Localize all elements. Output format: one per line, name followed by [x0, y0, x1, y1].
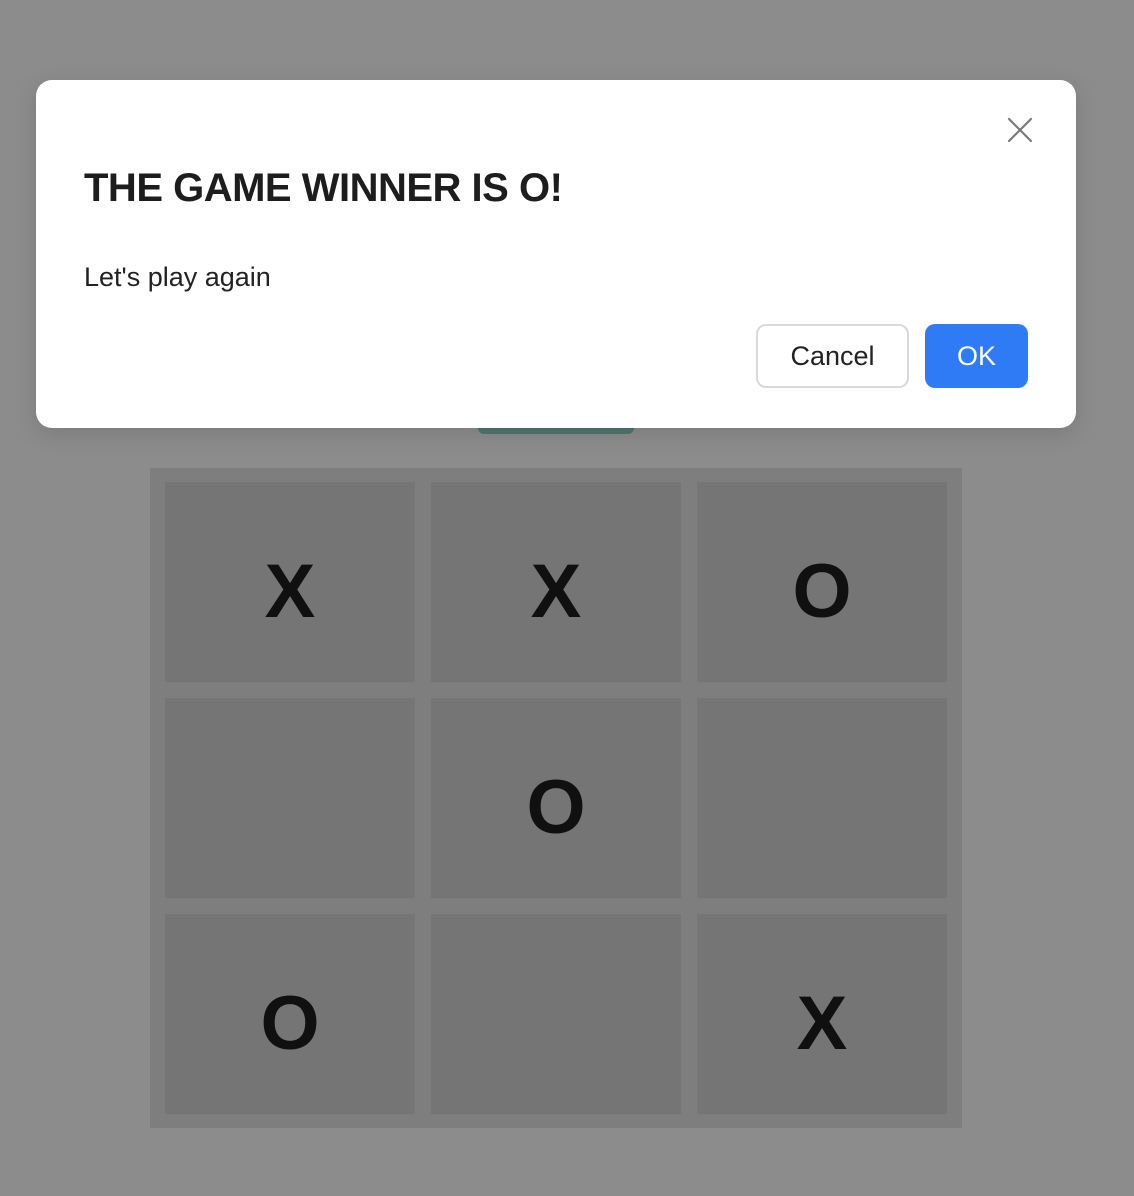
ok-button[interactable]: OK	[925, 324, 1028, 388]
winner-dialog: THE GAME WINNER IS O! Let's play again C…	[36, 80, 1076, 428]
cancel-button[interactable]: Cancel	[756, 324, 909, 388]
tic-tac-toe-page: X X O O O X THE GAME WINNER IS O! Let's …	[0, 0, 1134, 1196]
close-icon	[1007, 117, 1033, 148]
dialog-message: Let's play again	[84, 262, 271, 292]
close-button[interactable]	[1004, 116, 1036, 148]
dialog-title: THE GAME WINNER IS O!	[84, 166, 563, 210]
